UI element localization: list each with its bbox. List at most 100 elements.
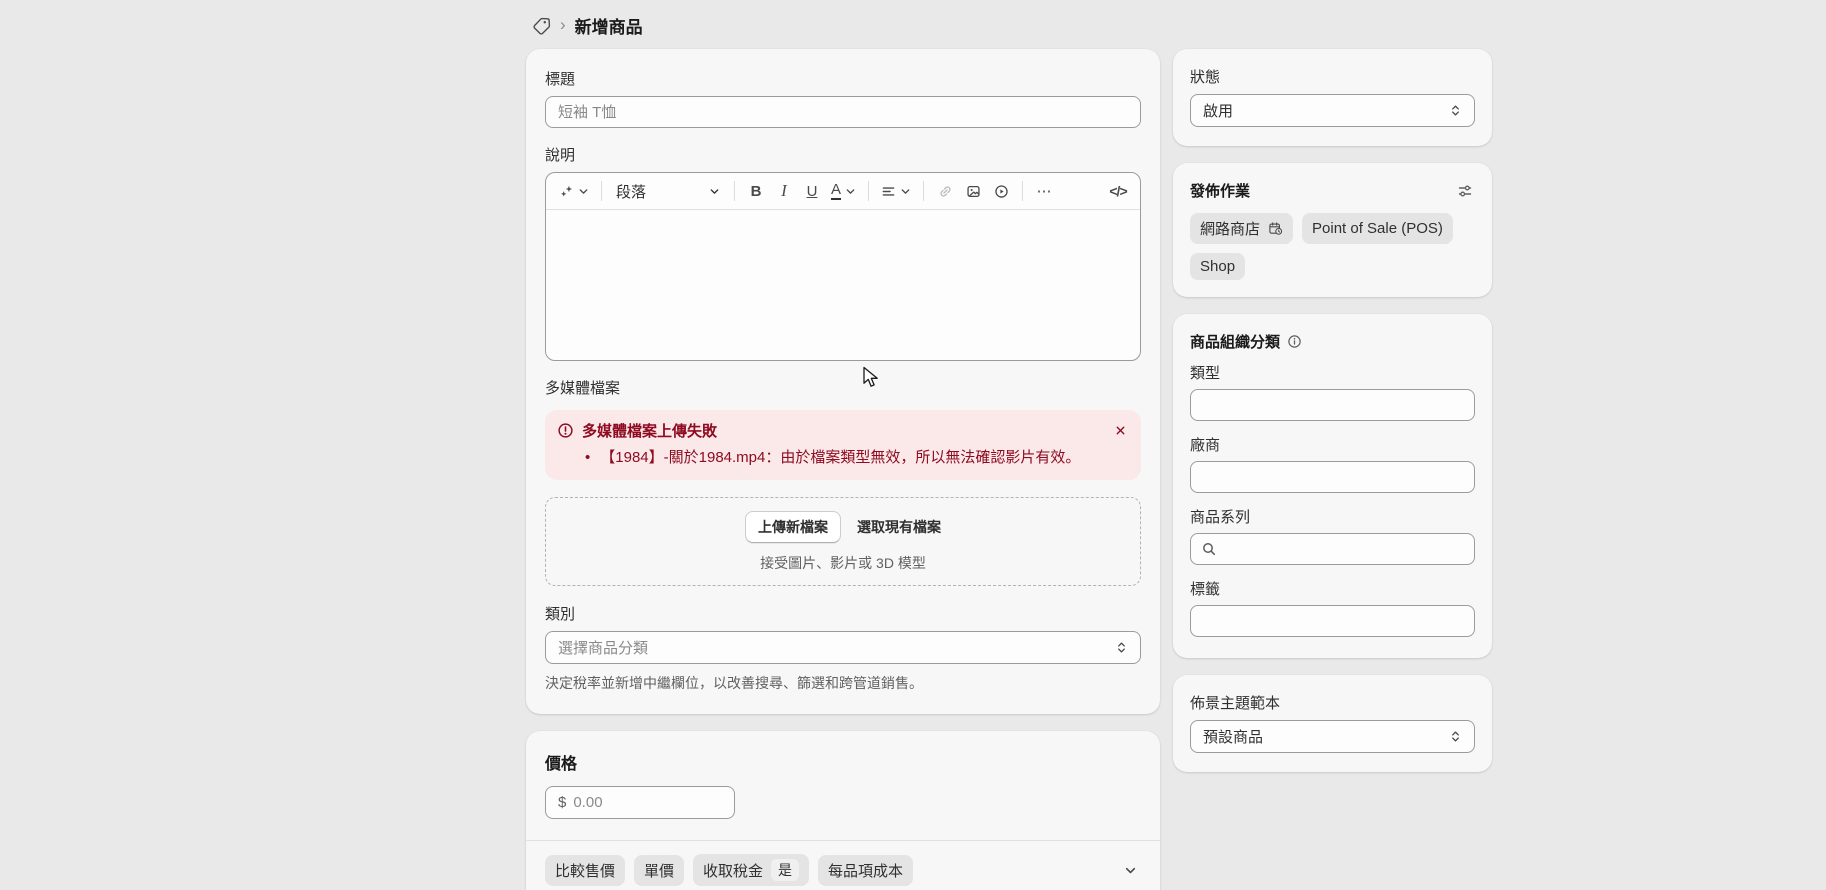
underline-glyph: U: [807, 183, 818, 200]
charge-tax-chip[interactable]: 收取稅金 是: [693, 854, 809, 886]
collections-search-input[interactable]: [1190, 533, 1475, 565]
error-title: 多媒體檔案上傳失敗: [582, 420, 1104, 441]
toolbar-divider: [601, 181, 602, 201]
tags-label: 標籤: [1190, 578, 1475, 599]
price-field[interactable]: $: [545, 786, 735, 819]
toolbar-divider: [868, 181, 869, 201]
channel-shop-chip[interactable]: Shop: [1190, 253, 1245, 280]
theme-template-select[interactable]: 預設商品: [1190, 720, 1475, 753]
media-hint: 接受圖片、影片或 3D 模型: [556, 553, 1130, 573]
type-label: 類型: [1190, 362, 1475, 383]
channel-pos-chip[interactable]: Point of Sale (POS): [1302, 213, 1453, 244]
channel-label: 網路商店: [1200, 218, 1260, 239]
status-select[interactable]: 啟用: [1190, 94, 1475, 127]
cost-per-item-chip[interactable]: 每品項成本: [818, 855, 913, 886]
upload-new-file-button[interactable]: 上傳新檔案: [745, 511, 841, 543]
paragraph-style-dropdown[interactable]: 段落: [610, 177, 726, 205]
category-placeholder: 選擇商品分類: [558, 637, 1115, 658]
expand-pricing-button[interactable]: [1120, 860, 1141, 881]
dismiss-error-button[interactable]: [1112, 422, 1129, 439]
description-editor: 段落 B I U A: [545, 172, 1141, 361]
editor-toolbar: 段落 B I U A: [546, 173, 1140, 210]
insert-video-button[interactable]: [988, 177, 1014, 205]
currency-prefix: $: [558, 794, 566, 811]
select-existing-file-button[interactable]: 選取現有檔案: [857, 517, 941, 537]
italic-glyph: I: [781, 181, 787, 201]
sliders-icon: [1457, 183, 1473, 199]
product-details-card: 標題 說明: [526, 49, 1160, 714]
theme-template-label: 佈景主題範本: [1190, 692, 1475, 713]
charge-tax-value-badge: 是: [771, 859, 799, 881]
info-icon[interactable]: [1287, 334, 1302, 349]
underline-button[interactable]: U: [799, 177, 825, 205]
add-product-page: › 新增商品 標題 說明: [0, 0, 1826, 890]
media-label: 多媒體檔案: [545, 377, 1141, 398]
publishing-settings-button[interactable]: [1455, 181, 1475, 201]
alert-circle-icon: [557, 422, 574, 439]
unit-price-chip[interactable]: 單價: [634, 855, 684, 886]
channel-online-store-chip[interactable]: 網路商店: [1190, 213, 1293, 244]
publishing-title: 發佈作業: [1190, 180, 1250, 201]
insert-image-button[interactable]: [960, 177, 986, 205]
collections-label: 商品系列: [1190, 506, 1475, 527]
chevron-down-icon: [578, 186, 589, 197]
ai-magic-button[interactable]: [555, 177, 593, 205]
pricing-title: 價格: [545, 750, 1141, 774]
breadcrumb-chevron-icon: ›: [560, 16, 566, 35]
title-input[interactable]: [545, 96, 1141, 128]
cost-per-item-chip-label: 每品項成本: [828, 860, 903, 881]
title-label: 標題: [545, 68, 1141, 89]
close-icon: [1114, 424, 1127, 437]
bold-button[interactable]: B: [743, 177, 769, 205]
show-html-button[interactable]: </>: [1105, 177, 1131, 205]
organization-card: 商品組織分類 類型 廠商 商品系列: [1173, 314, 1492, 658]
text-color-button[interactable]: A: [827, 177, 860, 205]
vendor-label: 廠商: [1190, 434, 1475, 455]
italic-button[interactable]: I: [771, 177, 797, 205]
publishing-card: 發佈作業 網路商店: [1173, 163, 1492, 297]
image-icon: [966, 184, 981, 199]
alignment-button[interactable]: [877, 177, 915, 205]
link-icon: [938, 184, 953, 199]
vendor-input[interactable]: [1190, 461, 1475, 493]
channel-label: Shop: [1200, 258, 1235, 275]
page-title: 新增商品: [575, 13, 643, 38]
compare-price-chip-label: 比較售價: [555, 860, 615, 881]
organization-title: 商品組織分類: [1190, 331, 1280, 352]
channel-label: Point of Sale (POS): [1312, 220, 1443, 237]
status-label: 狀態: [1190, 66, 1475, 87]
category-select[interactable]: 選擇商品分類: [545, 631, 1141, 664]
chevron-down-icon: [845, 186, 856, 197]
tags-input[interactable]: [1190, 605, 1475, 637]
error-detail: 【1984】-關於1984.mp4：由於檔案類型無效，所以無法確認影片有效。: [600, 448, 1080, 468]
price-input[interactable]: [573, 794, 722, 811]
tag-icon[interactable]: [532, 16, 551, 35]
media-dropzone[interactable]: 上傳新檔案 選取現有檔案 接受圖片、影片或 3D 模型: [545, 497, 1141, 586]
unit-price-chip-label: 單價: [644, 860, 674, 881]
type-input[interactable]: [1190, 389, 1475, 421]
align-left-icon: [881, 184, 896, 199]
select-updown-icon: [1449, 104, 1462, 117]
theme-template-card: 佈景主題範本 預設商品: [1173, 675, 1492, 772]
toolbar-divider: [734, 181, 735, 201]
toolbar-divider: [923, 181, 924, 201]
chevron-down-icon: [900, 186, 911, 197]
bold-glyph: B: [751, 183, 762, 200]
text-color-glyph: A: [831, 182, 841, 201]
status-value: 啟用: [1203, 100, 1449, 121]
calendar-clock-icon: [1268, 221, 1283, 236]
compare-price-chip[interactable]: 比較售價: [545, 855, 625, 886]
status-card: 狀態 啟用: [1173, 49, 1492, 146]
more-options-button[interactable]: ⋯: [1031, 177, 1057, 205]
select-updown-icon: [1449, 730, 1462, 743]
toolbar-divider: [1022, 181, 1023, 201]
category-label: 類別: [545, 603, 1141, 624]
link-button[interactable]: [932, 177, 958, 205]
media-upload-error-banner: 多媒體檔案上傳失敗 • 【1984】-關於1984.mp4：由於檔案類型無效，所…: [545, 410, 1141, 480]
paragraph-style-label: 段落: [616, 181, 646, 202]
select-updown-icon: [1115, 641, 1128, 654]
description-input[interactable]: [546, 210, 1140, 360]
category-help-text: 決定稅率並新增中繼欄位，以改善搜尋、篩選和跨管道銷售。: [545, 673, 1141, 693]
chevron-down-icon: [709, 186, 720, 197]
sparkle-icon: [559, 184, 574, 199]
